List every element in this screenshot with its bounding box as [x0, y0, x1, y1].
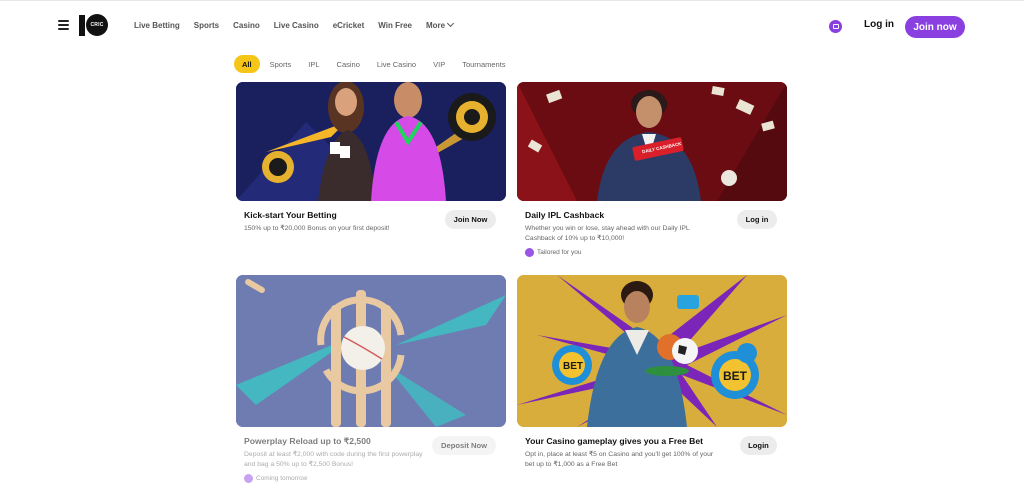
promo-banner-image[interactable]: BET BET: [517, 275, 787, 427]
main-nav: Live Betting Sports Casino Live Casino e…: [134, 19, 467, 33]
promo-banner-image[interactable]: [236, 82, 506, 201]
nav-win-free[interactable]: Win Free: [378, 19, 412, 33]
coming-tomorrow-tag: Coming tomorrow: [244, 474, 307, 483]
tailored-tag: Tailored for you: [525, 248, 581, 257]
chevron-down-icon: [447, 19, 455, 28]
tag-icon: [525, 248, 534, 257]
bet-chip-text: BET: [563, 361, 583, 372]
logo-one-mark: [79, 15, 85, 36]
nav-live-betting[interactable]: Live Betting: [134, 19, 180, 33]
login-promo-button[interactable]: Log in: [737, 210, 777, 229]
nav-more[interactable]: More: [426, 19, 455, 33]
promo-illustration: DAILY CASHBACK: [517, 82, 787, 201]
promo-illustration: [236, 275, 506, 427]
join-now-promo-button[interactable]: Join Now: [445, 210, 496, 229]
logo-circle: CRIC: [86, 14, 108, 36]
nav-sports[interactable]: Sports: [194, 19, 219, 33]
nav-casino[interactable]: Casino: [233, 19, 260, 33]
login-promo-button[interactable]: Login: [740, 436, 777, 455]
nav-ecricket[interactable]: eCricket: [333, 19, 365, 33]
promo-title: Daily IPL Cashback: [525, 210, 605, 220]
logo-text: CRIC: [90, 22, 104, 28]
join-now-button[interactable]: Join now: [905, 16, 965, 38]
promo-banner-image[interactable]: [236, 275, 506, 427]
filter-tournaments[interactable]: Tournaments: [455, 55, 512, 73]
promo-description: Deposit at least ₹2,000 with code during…: [244, 451, 423, 468]
promo-illustration: BET BET: [517, 275, 787, 427]
promo-description: Whether you win or lose, stay ahead with…: [525, 225, 690, 242]
gift-icon[interactable]: [829, 20, 842, 33]
filter-live-casino[interactable]: Live Casino: [370, 55, 423, 73]
top-navigation-bar: CRIC Live Betting Sports Casino Live Cas…: [0, 0, 1024, 52]
promo-filter-bar: All Sports IPL Casino Live Casino VIP To…: [234, 55, 516, 73]
tag-label: Tailored for you: [537, 249, 582, 256]
filter-vip[interactable]: VIP: [426, 55, 452, 73]
bet-chip-text-2: BET: [723, 369, 748, 383]
tag-icon: [244, 474, 253, 483]
nav-more-label: More: [426, 21, 446, 30]
deposit-now-button[interactable]: Deposit Now: [432, 436, 496, 455]
promo-title: Kick-start Your Betting: [244, 210, 337, 220]
promo-description: Opt in, place at least ₹5 on Casino and …: [525, 451, 714, 468]
filter-casino[interactable]: Casino: [330, 55, 367, 73]
filter-ipl[interactable]: IPL: [301, 55, 326, 73]
promo-title: Powerplay Reload up to ₹2,500: [244, 436, 371, 446]
promo-title: Your Casino gameplay gives you a Free Be…: [525, 436, 703, 446]
site-logo[interactable]: CRIC: [79, 13, 108, 39]
filter-sports[interactable]: Sports: [263, 55, 299, 73]
tag-label: Coming tomorrow: [256, 475, 308, 482]
promo-illustration: [236, 82, 506, 201]
menu-icon[interactable]: [58, 20, 69, 30]
filter-all[interactable]: All: [234, 55, 260, 73]
promo-description: 150% up to ₹20,000 Bonus on your first d…: [244, 225, 390, 232]
promo-banner-image[interactable]: DAILY CASHBACK: [517, 82, 787, 201]
login-button[interactable]: Log in: [864, 19, 894, 30]
nav-live-casino[interactable]: Live Casino: [274, 19, 319, 33]
